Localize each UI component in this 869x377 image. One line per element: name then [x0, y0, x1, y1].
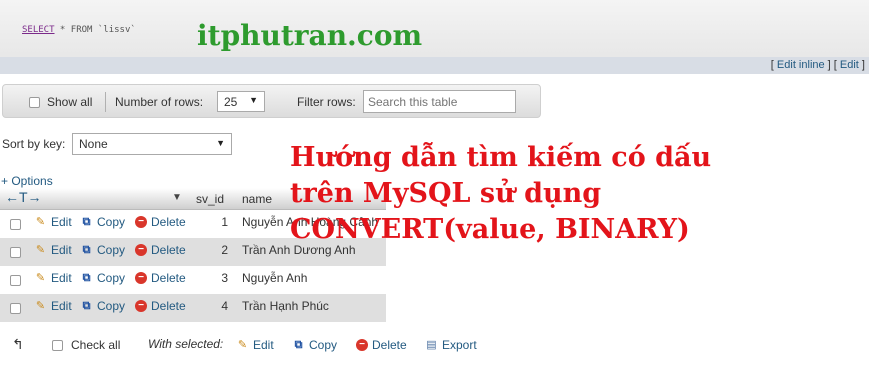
row-checkbox[interactable] [10, 275, 21, 286]
copy-icon: ⧉ [82, 243, 91, 256]
edit-query-link[interactable]: Edit [840, 59, 859, 71]
row-checkbox[interactable] [10, 219, 21, 230]
bulk-edit-button[interactable]: ✎ Edit [236, 338, 274, 352]
bulk-actions-bar: ↰ Check all With selected: ✎ Edit ⧉ Copy −… [0, 336, 869, 356]
delete-icon: − [135, 272, 147, 284]
delete-icon: − [135, 300, 147, 312]
row-edit-button[interactable]: ✎ Edit [34, 215, 72, 229]
row-delete-label: Delete [151, 243, 186, 257]
with-selected-label: With selected: [148, 337, 224, 351]
watermark-text: itphutran.com [197, 19, 423, 52]
pencil-icon: ✎ [35, 243, 46, 256]
cell-sv-id: 2 [221, 243, 228, 257]
copy-icon: ⧉ [82, 215, 91, 228]
row-edit-label: Edit [51, 243, 72, 257]
row-checkbox[interactable] [10, 303, 21, 314]
overlay-line-1: Hướng dẫn tìm kiếm có dấu [290, 142, 712, 173]
delete-icon: − [135, 216, 147, 228]
return-arrow-icon: ↰ [12, 336, 24, 352]
row-edit-label: Edit [51, 299, 72, 313]
chevron-down-icon: ▼ [249, 95, 258, 105]
edit-inline-link[interactable]: Edit inline [777, 59, 825, 71]
bulk-export-label: Export [442, 338, 477, 352]
column-header-sv-id[interactable]: sv_id [196, 192, 224, 206]
rows-count-value: 25 [224, 95, 238, 109]
row-delete-button[interactable]: − Delete [135, 215, 186, 229]
table-navigation-bar: Show all Number of rows: 25 ▼ Filter row… [2, 84, 541, 118]
column-resize-arrows-icon[interactable]: ←T→ [5, 189, 42, 205]
row-delete-label: Delete [151, 299, 186, 313]
row-edit-button[interactable]: ✎ Edit [34, 271, 72, 285]
check-all-label: Check all [71, 338, 121, 352]
row-delete-button[interactable]: − Delete [135, 271, 186, 285]
column-header-name[interactable]: name [242, 192, 272, 206]
options-link[interactable]: + Options [1, 174, 53, 188]
sort-by-key-label: Sort by key: [2, 137, 66, 151]
sql-query-rest: * FROM `lissv` [54, 25, 136, 35]
row-copy-label: Copy [97, 271, 126, 285]
row-copy-label: Copy [97, 299, 126, 313]
show-all-control[interactable]: Show all [29, 95, 92, 109]
chevron-down-icon: ▼ [216, 138, 225, 148]
table-row: ✎ Edit ⧉ Copy − Delete 3 Nguyễn Anh [0, 266, 386, 294]
bulk-delete-label: Delete [372, 338, 407, 352]
sql-edit-links: [ Edit inline ] [ Edit ] [770, 59, 865, 71]
cell-sv-id: 4 [221, 299, 228, 313]
rows-count-label: Number of rows: [115, 95, 204, 109]
show-all-checkbox[interactable] [29, 96, 40, 108]
row-copy-button[interactable]: ⧉ Copy [80, 243, 125, 257]
export-icon: ▤ [426, 338, 437, 351]
sql-query-box: SELECT * FROM `lissv` [ Edit inline ] [ … [0, 0, 869, 74]
row-edit-button[interactable]: ✎ Edit [34, 243, 72, 257]
check-all-checkbox[interactable] [52, 339, 63, 351]
row-copy-label: Copy [97, 243, 126, 257]
sql-query-text: SELECT * FROM `lissv` [22, 25, 136, 35]
bulk-copy-label: Copy [309, 338, 338, 352]
cell-name: Trần Hạnh Phúc [242, 299, 329, 313]
sql-edit-strip [0, 57, 869, 74]
copy-icon: ⧉ [294, 338, 303, 351]
rows-count-select[interactable]: 25 ▼ [217, 91, 265, 112]
overlay-line-3: CONVERT(value, BINARY) [290, 214, 690, 245]
copy-icon: ⧉ [82, 299, 91, 312]
delete-icon: − [135, 244, 147, 256]
row-edit-label: Edit [51, 271, 72, 285]
sql-select-keyword[interactable]: SELECT [22, 25, 55, 35]
copy-icon: ⧉ [82, 271, 91, 284]
pencil-icon: ✎ [35, 215, 46, 228]
sort-by-key-select[interactable]: None ▼ [72, 133, 232, 155]
cell-sv-id: 3 [221, 271, 228, 285]
row-edit-button[interactable]: ✎ Edit [34, 299, 72, 313]
nav-divider [105, 92, 106, 112]
row-edit-label: Edit [51, 215, 72, 229]
cell-name: Nguyễn Anh [242, 271, 308, 285]
row-checkbox[interactable] [10, 247, 21, 258]
sort-by-key-value: None [79, 137, 108, 151]
delete-icon: − [356, 339, 368, 351]
table-row: ✎ Edit ⧉ Copy − Delete 4 Trần Hạnh Phúc [0, 294, 386, 322]
bulk-delete-button[interactable]: − Delete [356, 338, 407, 352]
pencil-icon: ✎ [35, 299, 46, 312]
check-all-control[interactable]: Check all [52, 338, 120, 352]
bulk-edit-label: Edit [253, 338, 274, 352]
row-copy-label: Copy [97, 215, 126, 229]
filter-rows-label: Filter rows: [297, 95, 356, 109]
row-delete-label: Delete [151, 215, 186, 229]
row-copy-button[interactable]: ⧉ Copy [80, 299, 125, 313]
row-delete-button[interactable]: − Delete [135, 243, 186, 257]
bulk-export-button[interactable]: ▤ Export [425, 338, 477, 352]
row-delete-label: Delete [151, 271, 186, 285]
row-copy-button[interactable]: ⧉ Copy [80, 215, 125, 229]
show-all-label: Show all [47, 95, 93, 109]
row-copy-button[interactable]: ⧉ Copy [80, 271, 125, 285]
overlay-line-2: trên MySQL sử dụng [290, 178, 602, 209]
row-delete-button[interactable]: − Delete [135, 299, 186, 313]
pencil-icon: ✎ [35, 271, 46, 284]
filter-rows-input[interactable] [363, 90, 516, 113]
sort-triangle-icon[interactable]: ▼ [172, 192, 182, 203]
bulk-copy-button[interactable]: ⧉ Copy [292, 338, 337, 352]
tutorial-overlay-title: Hướng dẫn tìm kiếm có dấu trên MySQL sử … [290, 140, 850, 248]
pencil-icon: ✎ [237, 338, 248, 351]
cell-sv-id: 1 [221, 215, 228, 229]
